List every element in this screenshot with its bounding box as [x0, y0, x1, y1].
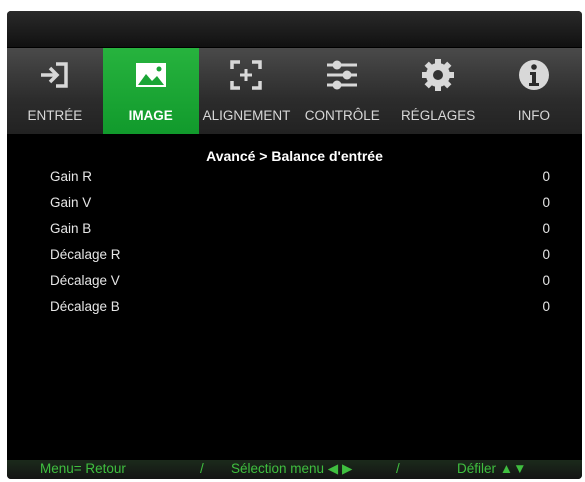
tab-label: ENTRÉE	[27, 108, 83, 123]
tab-label: RÉGLAGES	[400, 108, 476, 123]
setting-value: 0	[542, 169, 550, 184]
setting-gain-r[interactable]: Gain R 0	[7, 165, 582, 191]
setting-gain-v[interactable]: Gain V 0	[7, 191, 582, 217]
setting-decalage-b[interactable]: Décalage B 0	[7, 295, 582, 321]
tab-label: CONTRÔLE	[304, 108, 380, 123]
help-back: Menu= Retour	[40, 461, 126, 476]
page-title: Avancé > Balance d'entrée	[206, 148, 383, 164]
setting-label: Gain B	[50, 221, 92, 236]
help-separator: /	[396, 461, 400, 476]
settings-list: Gain R 0 Gain V 0 Gain B 0 Décalage R 0 …	[7, 165, 582, 321]
help-select: Sélection menu ◀ ▶	[231, 461, 353, 476]
setting-value: 0	[542, 247, 550, 262]
setting-decalage-v[interactable]: Décalage V 0	[7, 269, 582, 295]
help-separator: /	[200, 461, 204, 476]
setting-value: 0	[542, 299, 550, 314]
tab-label: ALIGNEMENT	[202, 108, 291, 123]
osd-menu: ENTRÉE IMAGE ALIGNEMENT CONTRÔLE RÉGLAGE…	[7, 11, 582, 479]
tab-bar: ENTRÉE IMAGE ALIGNEMENT CONTRÔLE RÉGLAGE…	[7, 48, 582, 134]
setting-label: Décalage R	[50, 247, 121, 262]
alignment-icon	[230, 60, 263, 90]
tab-image[interactable]: IMAGE	[102, 48, 199, 134]
tab-controle[interactable]: CONTRÔLE	[294, 48, 390, 134]
setting-label: Gain V	[50, 195, 92, 210]
setting-value: 0	[542, 195, 550, 210]
setting-label: Décalage V	[50, 273, 120, 288]
setting-label: Gain R	[50, 169, 93, 184]
tab-alignement[interactable]: ALIGNEMENT	[199, 48, 295, 134]
gear-icon	[422, 59, 455, 91]
input-icon	[40, 62, 68, 88]
setting-value: 0	[542, 221, 550, 236]
setting-label: Décalage B	[50, 299, 120, 314]
sliders-icon	[327, 60, 358, 90]
tab-info[interactable]: INFO	[486, 48, 582, 134]
image-icon	[135, 63, 166, 87]
tab-label: IMAGE	[128, 108, 173, 123]
tab-label: INFO	[517, 108, 550, 123]
help-bar: Menu= Retour / Sélection menu ◀ ▶ / Défi…	[7, 460, 582, 479]
info-icon	[518, 60, 549, 90]
tab-reglages[interactable]: RÉGLAGES	[390, 48, 486, 134]
setting-gain-b[interactable]: Gain B 0	[7, 217, 582, 243]
tab-entree[interactable]: ENTRÉE	[7, 48, 103, 134]
setting-decalage-r[interactable]: Décalage R 0	[7, 243, 582, 269]
title-bar	[7, 11, 582, 47]
help-scroll: Défiler ▲▼	[457, 461, 527, 476]
setting-value: 0	[542, 273, 550, 288]
